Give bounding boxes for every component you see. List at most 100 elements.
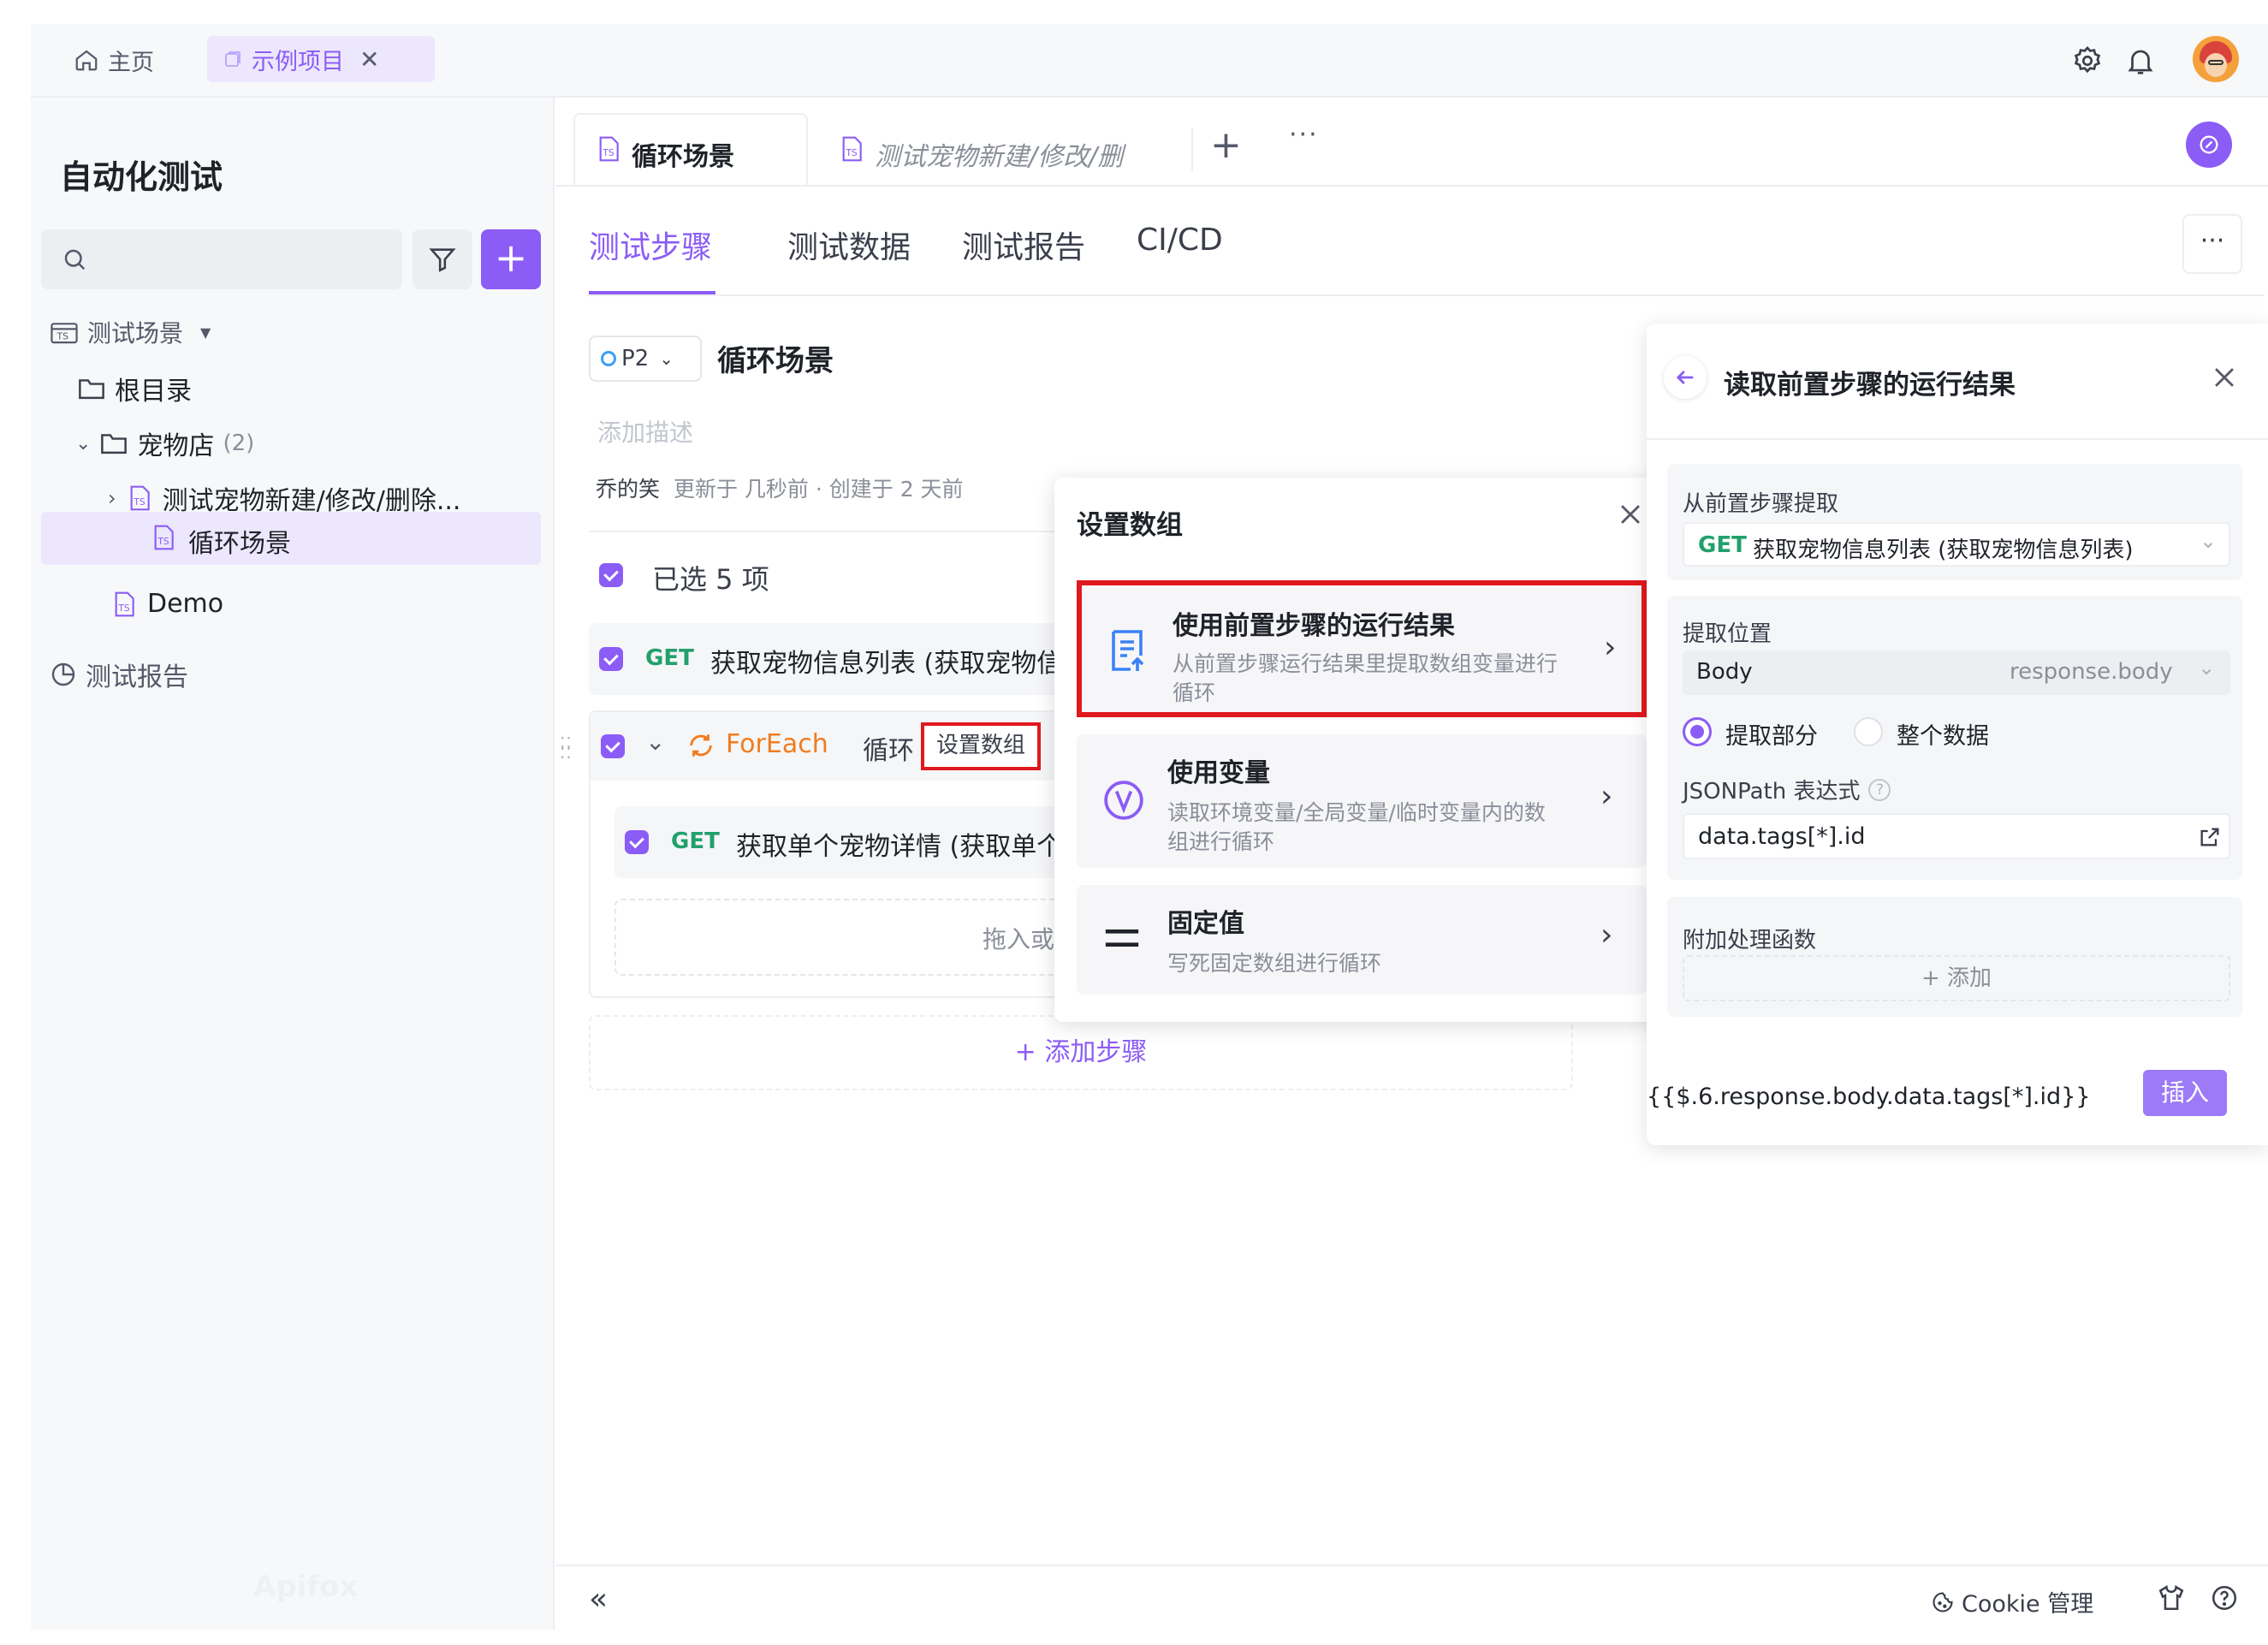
chevron-down-icon[interactable]: ⌄ — [645, 727, 665, 756]
add-step-button[interactable]: + 添加步骤 — [589, 1015, 1573, 1090]
close-icon[interactable] — [1616, 500, 1645, 529]
more-tabs-icon[interactable]: ··· — [1289, 120, 1319, 150]
tab-active-label: 循环场景 — [632, 142, 734, 172]
loop-icon — [686, 731, 715, 760]
bell-icon[interactable] — [2124, 45, 2157, 77]
option-fixed-value[interactable]: 固定值 写死固定数组进行循环 › — [1077, 885, 1647, 995]
help-icon[interactable]: ? — [1868, 778, 1891, 801]
jsonpath-label-row: JSONPath 表达式 ? — [1683, 774, 1891, 805]
home-tab[interactable]: 主页 — [74, 43, 154, 77]
ts-file-icon: TS — [151, 524, 176, 551]
search-input[interactable] — [96, 240, 387, 279]
method-badge: GET — [1698, 532, 1747, 558]
tab-data[interactable]: 测试数据 — [787, 223, 911, 267]
tree-scenarios[interactable]: TS 测试场景 ▼ — [50, 315, 211, 349]
scenario-title[interactable]: 循环场景 — [717, 337, 834, 379]
extract-panel: 读取前置步骤的运行结果 从前置步骤提取 GET 获取宠物信息列表 (获取宠物信息… — [1647, 324, 2268, 1145]
avatar[interactable] — [2193, 36, 2239, 82]
source-label: 从前置步骤提取 — [1683, 491, 1839, 517]
foreach-checkbox[interactable] — [601, 734, 625, 758]
option-desc: 从前置步骤运行结果里提取数组变量进行 — [1173, 651, 1559, 676]
project-tab[interactable]: 示例项目 ✕ — [207, 36, 435, 82]
location-select[interactable]: Body response.body ⌄ — [1683, 650, 2230, 695]
option-desc: 读取环境变量/全局变量/临时变量内的数 — [1167, 800, 1546, 825]
tree-demo[interactable]: TS Demo — [111, 589, 223, 619]
drag-handle-icon[interactable]: ⁚⁚ ⁚⁚ — [560, 735, 573, 761]
inner-step-checkbox[interactable] — [625, 830, 649, 854]
priority-select[interactable]: P2 ⌄ — [589, 336, 702, 382]
chevron-down-icon: ⌄ — [2200, 529, 2218, 553]
tree-demo-label: Demo — [147, 589, 224, 619]
cookie-manager[interactable]: Cookie 管理 — [1931, 1585, 2093, 1618]
collapse-sidebar-icon[interactable]: « — [589, 1582, 608, 1617]
tree-reports-label: 测试报告 — [86, 662, 188, 692]
plus-icon: + — [494, 235, 528, 281]
chevron-down-icon: ⌄ — [659, 348, 674, 369]
jsonpath-input[interactable]: data.tags[*].id — [1683, 813, 2230, 859]
foreach-label: ForEach — [726, 729, 828, 759]
select-all-checkbox[interactable] — [599, 563, 623, 587]
ts-file-icon: TS — [839, 135, 864, 163]
add-function-button[interactable]: + 添加 — [1683, 955, 2230, 1001]
shirt-icon[interactable] — [2157, 1583, 2186, 1612]
tab-inactive-label: 测试宠物新建/修改/删 — [875, 142, 1124, 172]
close-icon[interactable]: ✕ — [359, 45, 379, 74]
tab-reports[interactable]: 测试报告 — [962, 223, 1085, 267]
svg-text:TS: TS — [157, 536, 169, 547]
project-icon — [223, 49, 243, 69]
set-array-button[interactable]: 设置数组 — [921, 722, 1041, 770]
description-field[interactable]: 添加描述 — [597, 414, 693, 448]
cookie-label: Cookie 管理 — [1962, 1591, 2094, 1618]
ts-file-icon: TS — [596, 135, 621, 163]
option-prev-step[interactable]: 使用前置步骤的运行结果 从前置步骤运行结果里提取数组变量进行 循环 › — [1077, 580, 1647, 717]
option-desc: 写死固定数组进行循环 — [1167, 951, 1382, 976]
tree-folder[interactable]: ⌄ 宠物店 (2) — [75, 425, 254, 462]
sidebar-title: 自动化测试 — [60, 158, 223, 196]
tree-item-2-label: 循环场景 — [188, 529, 291, 559]
source-value: 获取宠物信息列表 (获取宠物信息列表) — [1753, 537, 2134, 563]
radio-all[interactable] — [1854, 717, 1883, 746]
search-box[interactable] — [41, 229, 402, 289]
tree-reports[interactable]: 测试报告 — [50, 656, 188, 693]
ts-file-icon: TS — [127, 484, 152, 512]
step-checkbox[interactable] — [599, 647, 623, 671]
panel-title: 读取前置步骤的运行结果 — [1724, 370, 2016, 401]
chevron-right-icon[interactable]: › — [108, 486, 116, 510]
external-link-icon[interactable] — [2198, 825, 2222, 849]
new-tab-button[interactable]: + — [1210, 123, 1242, 167]
tab-inactive[interactable]: TS 测试宠物新建/修改/删 — [816, 113, 1150, 187]
method-badge: GET — [671, 828, 720, 854]
chevron-down-icon[interactable]: ⌄ — [75, 433, 91, 454]
add-button[interactable]: + — [481, 229, 541, 289]
tab-steps[interactable]: 测试步骤 — [589, 223, 712, 267]
close-icon[interactable] — [2210, 363, 2239, 392]
chevron-right-icon: › — [1600, 918, 1613, 953]
option-variable[interactable]: 使用变量 读取环境变量/全局变量/临时变量内的数 组进行循环 › — [1077, 734, 1647, 868]
gear-icon[interactable] — [2071, 45, 2104, 77]
step-name: 获取单个宠物详情 (获取单个 — [736, 832, 1063, 862]
radio-part[interactable] — [1683, 717, 1712, 746]
set-array-popup: 设置数组 使用前置步骤的运行结果 从前置步骤运行结果里提取数组变量进行 循环 ›… — [1054, 478, 1667, 1022]
sync-button[interactable] — [2186, 122, 2232, 168]
help-circle-icon[interactable] — [2210, 1583, 2239, 1612]
source-select[interactable]: GET 获取宠物信息列表 (获取宠物信息列表) ⌄ — [1683, 522, 2230, 567]
location-hint: response.body — [2010, 659, 2173, 685]
tab-cicd[interactable]: CI/CD — [1137, 223, 1223, 258]
cookie-icon — [1931, 1590, 1955, 1614]
radio-all-label: 整个数据 — [1897, 723, 1989, 750]
popup-title: 设置数组 — [1077, 510, 1183, 541]
search-icon — [62, 246, 87, 272]
meta-text: 更新于 几秒前 · 创建于 2 天前 — [673, 477, 964, 502]
back-button[interactable] — [1664, 356, 1707, 399]
jsonpath-label: JSONPath 表达式 — [1683, 779, 1861, 805]
home-icon — [74, 47, 99, 73]
more-button[interactable]: ··· — [2182, 214, 2242, 274]
folder-icon — [99, 431, 128, 456]
tree-root[interactable]: 根目录 — [77, 370, 192, 407]
tree-folder-label: 宠物店 — [137, 431, 215, 461]
insert-button[interactable]: 插入 — [2143, 1070, 2227, 1116]
tab-active[interactable]: TS 循环场景 — [573, 113, 808, 187]
filter-button[interactable] — [413, 229, 472, 289]
chevron-right-icon: › — [1604, 630, 1617, 665]
tree-item-2[interactable]: TS 循环场景 — [41, 512, 541, 565]
